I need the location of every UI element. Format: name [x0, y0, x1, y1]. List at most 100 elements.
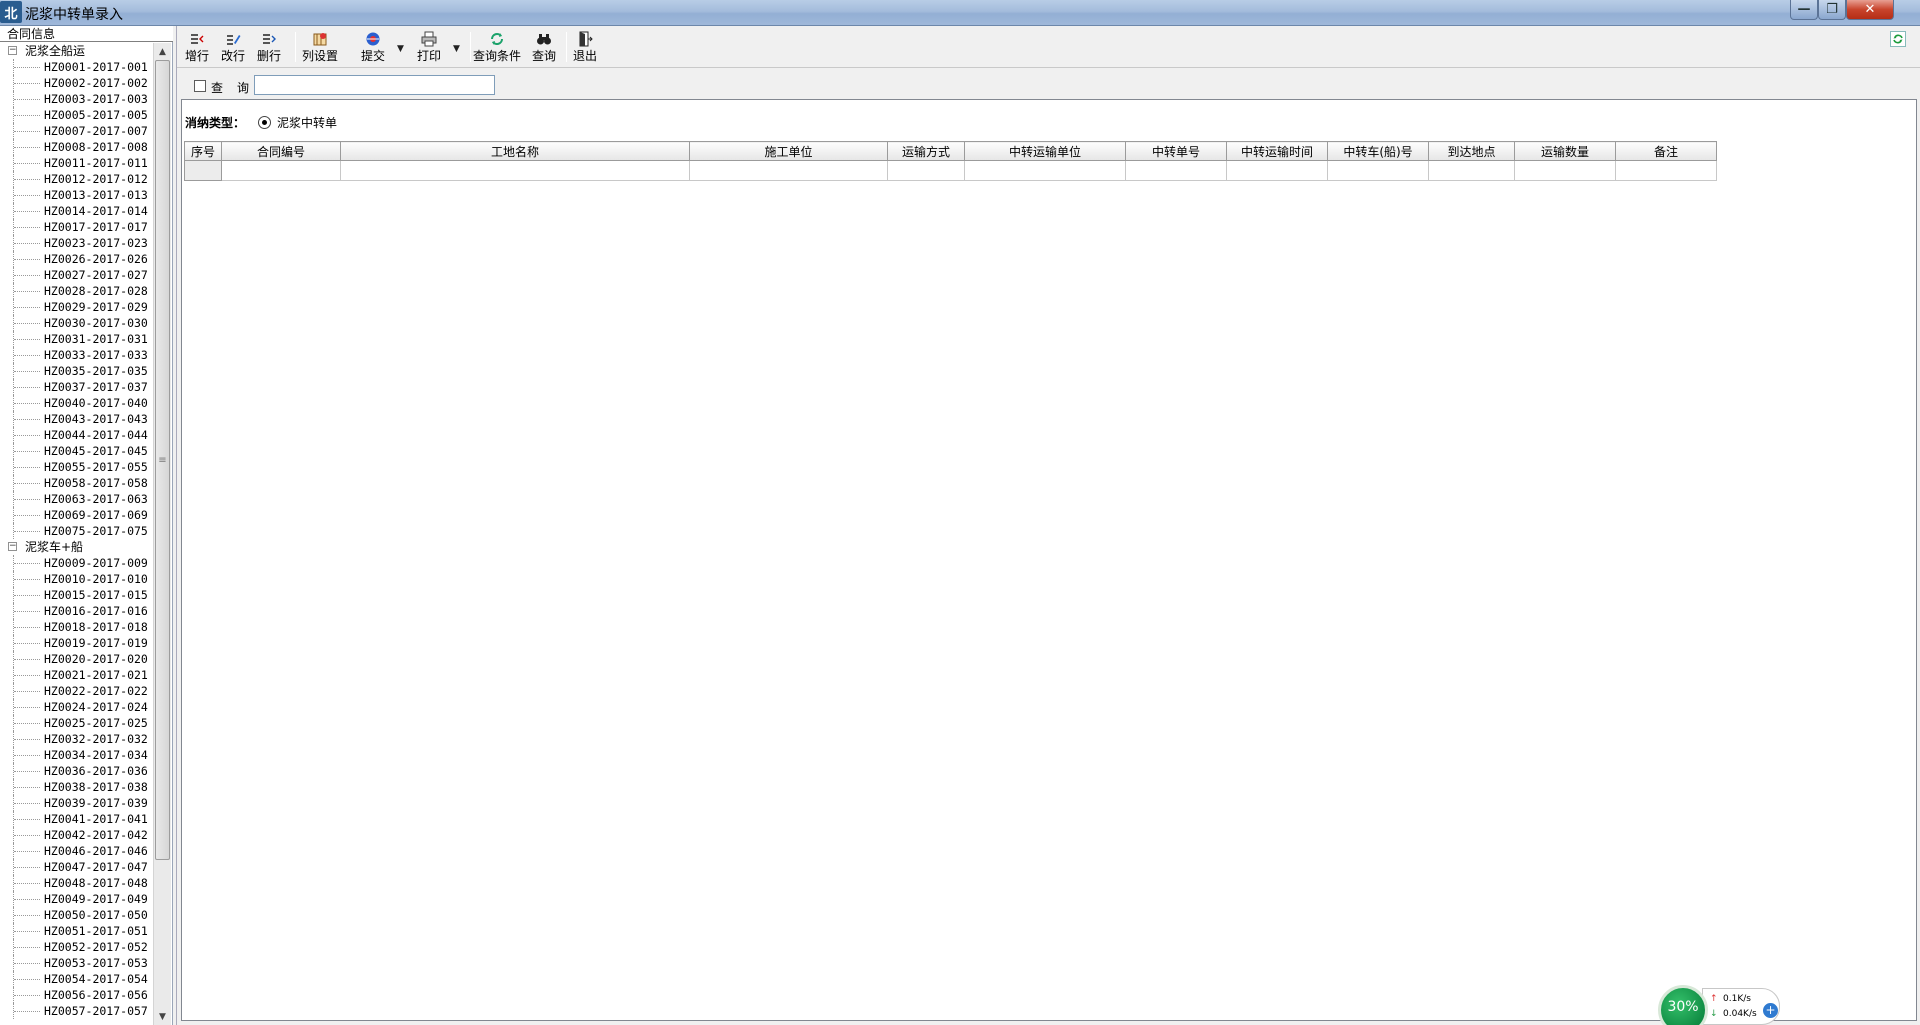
tree-item[interactable]: HZ0056-2017-056 — [0, 987, 152, 1003]
tree-item[interactable]: HZ0050-2017-050 — [0, 907, 152, 923]
tree-item[interactable]: HZ0042-2017-042 — [0, 827, 152, 843]
tree-item[interactable]: HZ0041-2017-041 — [0, 811, 152, 827]
network-widget[interactable]: ↑ 0.1K/s ↓ 0.04K/s + 30% — [1658, 985, 1784, 1025]
submit-button[interactable]: 提交 — [361, 30, 385, 66]
print-button[interactable]: 打印 — [417, 30, 441, 66]
query-button[interactable]: 查询 — [532, 30, 556, 66]
scroll-up-arrow-icon[interactable]: ▲ — [154, 43, 171, 60]
tree-item[interactable]: HZ0036-2017-036 — [0, 763, 152, 779]
tree-item[interactable]: HZ0002-2017-002 — [0, 75, 152, 91]
tree-item[interactable]: HZ0003-2017-003 — [0, 91, 152, 107]
tree-item[interactable]: HZ0051-2017-051 — [0, 923, 152, 939]
column-header[interactable]: 施工单位 — [689, 141, 888, 161]
tree-item[interactable]: HZ0011-2017-011 — [0, 155, 152, 171]
column-header[interactable]: 到达地点 — [1428, 141, 1515, 161]
tree-item[interactable]: HZ0037-2017-037 — [0, 379, 152, 395]
tree-item[interactable]: HZ0020-2017-020 — [0, 651, 152, 667]
tree-item[interactable]: HZ0054-2017-054 — [0, 971, 152, 987]
tree-item[interactable]: HZ0053-2017-053 — [0, 955, 152, 971]
plus-icon[interactable]: + — [1763, 1003, 1778, 1018]
tree-item[interactable]: HZ0032-2017-032 — [0, 731, 152, 747]
tree-item[interactable]: HZ0057-2017-057 — [0, 1003, 152, 1019]
tree-item[interactable]: HZ0013-2017-013 — [0, 187, 152, 203]
column-header[interactable]: 运输数量 — [1514, 141, 1616, 161]
tree-item[interactable]: HZ0045-2017-045 — [0, 443, 152, 459]
tree-item[interactable]: HZ0007-2017-007 — [0, 123, 152, 139]
tree-item[interactable]: HZ0028-2017-028 — [0, 283, 152, 299]
refresh-icon[interactable] — [1890, 31, 1906, 47]
tree-item[interactable]: HZ0005-2017-005 — [0, 107, 152, 123]
column-header[interactable]: 运输方式 — [887, 141, 965, 161]
tree-item[interactable]: HZ0009-2017-009 — [0, 555, 152, 571]
scroll-thumb[interactable]: ≡ — [155, 60, 170, 860]
edit-row-button[interactable]: 改行 — [221, 30, 245, 66]
tree-item[interactable]: HZ0044-2017-044 — [0, 427, 152, 443]
tree-item[interactable]: HZ0069-2017-069 — [0, 507, 152, 523]
tree-item[interactable]: HZ0035-2017-035 — [0, 363, 152, 379]
tree-item[interactable]: HZ0043-2017-043 — [0, 411, 152, 427]
tree-item[interactable]: HZ0030-2017-030 — [0, 315, 152, 331]
tree-item[interactable]: HZ0033-2017-033 — [0, 347, 152, 363]
close-button[interactable]: ✕ — [1846, 0, 1894, 20]
column-header[interactable]: 中转运输单位 — [964, 141, 1126, 161]
row-header-cell[interactable] — [184, 160, 222, 181]
tree-item[interactable]: HZ0018-2017-018 — [0, 619, 152, 635]
scroll-down-arrow-icon[interactable]: ▼ — [154, 1008, 171, 1025]
table-cell[interactable] — [887, 160, 965, 181]
tree-item[interactable]: HZ0023-2017-023 — [0, 235, 152, 251]
memory-percent-badge[interactable]: 30% — [1658, 985, 1708, 1025]
query-conditions-button[interactable]: 查询条件 — [473, 30, 521, 66]
tree-item[interactable]: HZ0027-2017-027 — [0, 267, 152, 283]
query-input[interactable] — [254, 75, 495, 95]
tree-item[interactable]: HZ0021-2017-021 — [0, 667, 152, 683]
table-cell[interactable] — [1615, 160, 1717, 181]
tree-item[interactable]: HZ0022-2017-022 — [0, 683, 152, 699]
tree-item[interactable]: HZ0016-2017-016 — [0, 603, 152, 619]
maximize-button[interactable]: ❐ — [1818, 0, 1846, 20]
exit-button[interactable]: 退出 — [573, 30, 597, 66]
table-row[interactable] — [184, 160, 1717, 181]
tree-item[interactable]: HZ0048-2017-048 — [0, 875, 152, 891]
table-cell[interactable] — [689, 160, 888, 181]
table-cell[interactable] — [1125, 160, 1227, 181]
table-cell[interactable] — [1514, 160, 1616, 181]
tree-item[interactable]: HZ0040-2017-040 — [0, 395, 152, 411]
tree-item[interactable]: HZ0025-2017-025 — [0, 715, 152, 731]
column-header[interactable]: 中转单号 — [1125, 141, 1227, 161]
tree-item[interactable]: HZ0052-2017-052 — [0, 939, 152, 955]
column-header[interactable]: 中转车(船)号 — [1327, 141, 1429, 161]
column-header[interactable]: 序号 — [184, 141, 222, 161]
tree-item[interactable]: HZ0024-2017-024 — [0, 699, 152, 715]
tree-item[interactable]: HZ0017-2017-017 — [0, 219, 152, 235]
add-row-button[interactable]: 增行 — [185, 30, 209, 66]
tree-group[interactable]: − 泥浆全船运 — [0, 43, 152, 59]
tree-item[interactable]: HZ0008-2017-008 — [0, 139, 152, 155]
tree-item[interactable]: HZ0063-2017-063 — [0, 491, 152, 507]
table-cell[interactable] — [221, 160, 341, 181]
tree-item[interactable]: HZ0046-2017-046 — [0, 843, 152, 859]
tree-item[interactable]: HZ0039-2017-039 — [0, 795, 152, 811]
tree-item[interactable]: HZ0075-2017-075 — [0, 523, 152, 539]
tree-item[interactable]: HZ0012-2017-012 — [0, 171, 152, 187]
table-cell[interactable] — [340, 160, 690, 181]
tree-item[interactable]: HZ0001-2017-001 — [0, 59, 152, 75]
tree-item[interactable]: HZ0058-2017-058 — [0, 475, 152, 491]
mud-transfer-radio[interactable] — [258, 116, 271, 129]
column-settings-button[interactable]: 列设置 — [302, 30, 338, 66]
table-cell[interactable] — [1226, 160, 1328, 181]
column-header[interactable]: 中转运输时间 — [1226, 141, 1328, 161]
tree-item[interactable]: HZ0029-2017-029 — [0, 299, 152, 315]
collapse-toggle-icon[interactable]: − — [8, 46, 17, 55]
tree-item[interactable]: HZ0034-2017-034 — [0, 747, 152, 763]
submit-dropdown-arrow-icon[interactable]: ▼ — [397, 44, 404, 54]
tree-item[interactable]: HZ0010-2017-010 — [0, 571, 152, 587]
tree-item[interactable]: HZ0047-2017-047 — [0, 859, 152, 875]
tree-item[interactable]: HZ0015-2017-015 — [0, 587, 152, 603]
query-checkbox[interactable] — [194, 80, 206, 92]
tree-item[interactable]: HZ0031-2017-031 — [0, 331, 152, 347]
tree-scrollbar[interactable]: ▲ ≡ ▼ — [153, 43, 171, 1025]
tree-item[interactable]: HZ0038-2017-038 — [0, 779, 152, 795]
table-cell[interactable] — [964, 160, 1126, 181]
column-header[interactable]: 工地名称 — [340, 141, 690, 161]
print-dropdown-arrow-icon[interactable]: ▼ — [453, 44, 460, 54]
